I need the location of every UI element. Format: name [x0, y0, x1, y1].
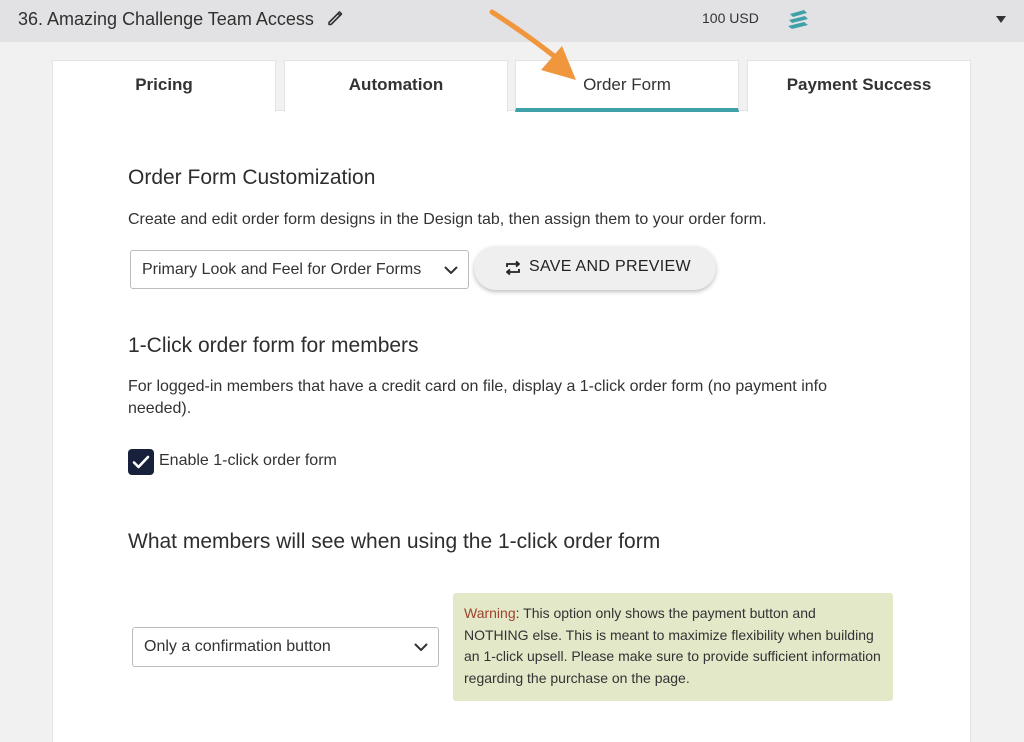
warning-text: : This option only shows the payment but…: [464, 605, 881, 686]
chevron-down-icon: [414, 643, 428, 651]
save-and-preview-button[interactable]: SAVE AND PREVIEW: [474, 246, 716, 290]
member-view-select[interactable]: Only a confirmation button: [132, 627, 439, 667]
member-view-heading: What members will see when using the 1-c…: [128, 530, 661, 553]
tab-automation[interactable]: Automation: [284, 60, 508, 112]
repeat-icon: [506, 260, 520, 276]
enable-one-click-checkbox[interactable]: [128, 449, 154, 475]
arrow-pointer: [489, 9, 576, 80]
warning-label: Warning: [464, 605, 516, 621]
member-view-select-value: Only a confirmation button: [144, 638, 331, 655]
design-select-value: Primary Look and Feel for Order Forms: [142, 261, 422, 278]
design-select[interactable]: Primary Look and Feel for Order Forms: [130, 250, 469, 289]
tab-pricing[interactable]: Pricing: [52, 60, 276, 112]
save-and-preview-label: SAVE AND PREVIEW: [529, 258, 691, 275]
tab-payment-success[interactable]: Payment Success: [747, 60, 971, 112]
product-title: 36. Amazing Challenge Team Access: [18, 9, 314, 29]
one-click-description: For logged-in members that have a credit…: [128, 378, 827, 417]
warning-box: Warning: This option only shows the paym…: [453, 593, 893, 701]
stack-icon: [788, 10, 808, 29]
customization-description: Create and edit order form designs in th…: [128, 211, 767, 228]
pencil-icon[interactable]: [326, 9, 344, 27]
customization-heading: Order Form Customization: [128, 166, 376, 189]
check-icon: [132, 455, 150, 469]
chevron-down-icon: [444, 266, 458, 274]
one-click-heading: 1-Click order form for members: [128, 334, 419, 357]
enable-one-click-label[interactable]: Enable 1-click order form: [159, 452, 337, 470]
collapse-triangle-icon[interactable]: [994, 13, 1008, 25]
product-price: 100 USD: [702, 10, 759, 26]
